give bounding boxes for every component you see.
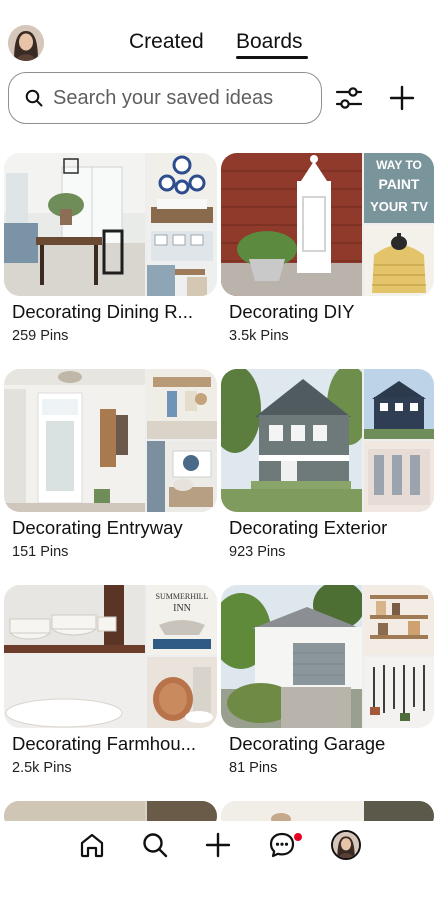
board-title: Decorating DIY: [229, 301, 355, 322]
board-title: Decorating Entryway: [12, 517, 183, 538]
board-cover: [4, 369, 217, 512]
notification-dot: [294, 833, 302, 841]
svg-text:YOUR TV: YOUR TV: [370, 199, 428, 214]
board-title: Decorating Garage: [229, 733, 386, 754]
board-cover: [4, 801, 217, 821]
svg-text:INN: INN: [173, 603, 191, 614]
board-cover: SUMMERHILL INN: [4, 585, 217, 728]
board-title: Decorating Exterior: [229, 517, 388, 538]
board-card[interactable]: Decorating Exterior 923 Pins: [221, 369, 434, 579]
board-pin-count: 151 Pins: [12, 544, 69, 560]
messages-icon[interactable]: [268, 831, 296, 859]
board-cover: [221, 369, 434, 512]
thumbnail-sign-text: SUMMERHILL: [156, 592, 209, 601]
search-icon[interactable]: [141, 831, 169, 859]
search-icon: [25, 89, 43, 107]
tab-boards[interactable]: Boards: [236, 30, 303, 54]
board-card[interactable]: [221, 801, 434, 821]
active-tab-underline: [236, 56, 308, 59]
profile-avatar[interactable]: [331, 830, 361, 860]
board-cover: [221, 585, 434, 728]
board-pin-count: 259 Pins: [12, 328, 69, 344]
board-cover: WAY TO PAINT YOUR TV: [221, 153, 434, 296]
board-pin-count: 3.5k Pins: [229, 328, 289, 344]
board-card[interactable]: [4, 801, 217, 821]
board-cover: [4, 153, 217, 296]
home-icon[interactable]: [78, 831, 106, 859]
profile-avatar[interactable]: [8, 25, 44, 61]
board-card[interactable]: Decorating Entryway 151 Pins: [4, 369, 217, 579]
top-header: Created Boards: [0, 0, 437, 70]
search-input[interactable]: Search your saved ideas: [8, 72, 322, 124]
boards-grid: Decorating Dining R... 259 Pins WAY TO P…: [4, 153, 434, 821]
svg-text:PAINT: PAINT: [379, 176, 420, 192]
plus-icon[interactable]: [388, 84, 416, 112]
board-pin-count: 2.5k Pins: [12, 760, 72, 776]
search-placeholder: Search your saved ideas: [53, 86, 274, 109]
board-title: Decorating Dining R...: [12, 301, 193, 322]
board-card[interactable]: Decorating Garage 81 Pins: [221, 585, 434, 795]
board-card[interactable]: SUMMERHILL INN Decorating Farmhou... 2.5…: [4, 585, 217, 795]
board-pin-count: 81 Pins: [229, 760, 278, 776]
plus-icon[interactable]: [204, 831, 232, 859]
sliders-icon[interactable]: [334, 84, 364, 112]
board-cover: [221, 801, 434, 821]
svg-text:WAY TO: WAY TO: [376, 158, 422, 172]
board-card[interactable]: WAY TO PAINT YOUR TV Decorating DIY 3.5k…: [221, 153, 434, 363]
tab-created[interactable]: Created: [129, 30, 204, 54]
board-pin-count: 923 Pins: [229, 544, 286, 560]
board-card[interactable]: Decorating Dining R... 259 Pins: [4, 153, 217, 363]
board-title: Decorating Farmhou...: [12, 733, 197, 754]
bottom-nav: [0, 821, 437, 900]
